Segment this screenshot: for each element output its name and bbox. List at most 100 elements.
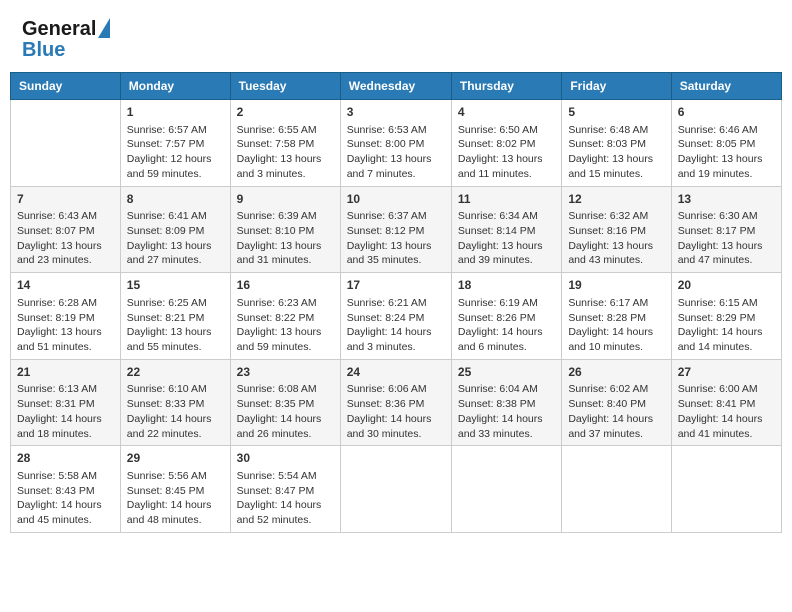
day-number: 17: [347, 277, 445, 294]
day-number: 26: [568, 364, 664, 381]
day-number: 6: [678, 104, 775, 121]
day-number: 25: [458, 364, 555, 381]
day-number: 7: [17, 191, 114, 208]
calendar-cell: 14 Sunrise: 6:28 AM Sunset: 8:19 PM Dayli…: [11, 273, 121, 360]
day-number: 21: [17, 364, 114, 381]
day-number: 20: [678, 277, 775, 294]
day-header-thursday: Thursday: [451, 73, 561, 100]
day-info: Sunrise: 6:17 AM Sunset: 8:28 PM Dayligh…: [568, 296, 664, 355]
day-number: 11: [458, 191, 555, 208]
calendar-cell: [671, 446, 781, 533]
day-info: Sunrise: 6:37 AM Sunset: 8:12 PM Dayligh…: [347, 209, 445, 268]
day-header-monday: Monday: [120, 73, 230, 100]
calendar-cell: [562, 446, 671, 533]
day-number: 19: [568, 277, 664, 294]
day-number: 13: [678, 191, 775, 208]
day-number: 15: [127, 277, 224, 294]
calendar-cell: [451, 446, 561, 533]
day-info: Sunrise: 6:10 AM Sunset: 8:33 PM Dayligh…: [127, 382, 224, 441]
day-number: 4: [458, 104, 555, 121]
day-number: 14: [17, 277, 114, 294]
calendar-cell: 26Sunrise: 6:02 AM Sunset: 8:40 PM Dayli…: [562, 359, 671, 446]
day-info: Sunrise: 6:50 AM Sunset: 8:02 PM Dayligh…: [458, 123, 555, 182]
day-header-tuesday: Tuesday: [230, 73, 340, 100]
calendar-week-3: 14 Sunrise: 6:28 AM Sunset: 8:19 PM Dayli…: [11, 273, 782, 360]
day-header-wednesday: Wednesday: [340, 73, 451, 100]
calendar-cell: 6 Sunrise: 6:46 AM Sunset: 8:05 PM Daylig…: [671, 100, 781, 187]
day-number: 27: [678, 364, 775, 381]
day-info: Sunrise: 6:34 AM Sunset: 8:14 PM Dayligh…: [458, 209, 555, 268]
calendar-cell: 18 Sunrise: 6:19 AM Sunset: 8:26 PM Dayli…: [451, 273, 561, 360]
calendar-cell: 17 Sunrise: 6:21 AM Sunset: 8:24 PM Dayli…: [340, 273, 451, 360]
calendar-table: SundayMondayTuesdayWednesdayThursdayFrid…: [10, 72, 782, 533]
calendar-cell: 29 Sunrise: 5:56 AM Sunset: 8:45 PM Dayli…: [120, 446, 230, 533]
day-info: Sunrise: 6:41 AM Sunset: 8:09 PM Dayligh…: [127, 209, 224, 268]
calendar-cell: 23Sunrise: 6:08 AM Sunset: 8:35 PM Dayli…: [230, 359, 340, 446]
day-info: Sunrise: 6:21 AM Sunset: 8:24 PM Dayligh…: [347, 296, 445, 355]
day-info: Sunrise: 6:23 AM Sunset: 8:22 PM Dayligh…: [237, 296, 334, 355]
day-info: Sunrise: 6:53 AM Sunset: 8:00 PM Dayligh…: [347, 123, 445, 182]
day-number: 5: [568, 104, 664, 121]
day-header-saturday: Saturday: [671, 73, 781, 100]
calendar-cell: 13Sunrise: 6:30 AM Sunset: 8:17 PM Dayli…: [671, 186, 781, 273]
day-info: Sunrise: 6:39 AM Sunset: 8:10 PM Dayligh…: [237, 209, 334, 268]
calendar-cell: 15Sunrise: 6:25 AM Sunset: 8:21 PM Dayli…: [120, 273, 230, 360]
calendar-cell: 30 Sunrise: 5:54 AM Sunset: 8:47 PM Dayli…: [230, 446, 340, 533]
calendar-cell: 3 Sunrise: 6:53 AM Sunset: 8:00 PM Daylig…: [340, 100, 451, 187]
day-number: 29: [127, 450, 224, 467]
calendar-cell: 8Sunrise: 6:41 AM Sunset: 8:09 PM Daylig…: [120, 186, 230, 273]
day-info: Sunrise: 6:43 AM Sunset: 8:07 PM Dayligh…: [17, 209, 114, 268]
day-info: Sunrise: 6:02 AM Sunset: 8:40 PM Dayligh…: [568, 382, 664, 441]
day-info: Sunrise: 6:15 AM Sunset: 8:29 PM Dayligh…: [678, 296, 775, 355]
day-number: 23: [237, 364, 334, 381]
logo-general: General: [22, 18, 96, 40]
calendar-cell: 24Sunrise: 6:06 AM Sunset: 8:36 PM Dayli…: [340, 359, 451, 446]
calendar-header-row: SundayMondayTuesdayWednesdayThursdayFrid…: [11, 73, 782, 100]
calendar-cell: 1Sunrise: 6:57 AM Sunset: 7:57 PM Daylig…: [120, 100, 230, 187]
calendar-week-1: 1Sunrise: 6:57 AM Sunset: 7:57 PM Daylig…: [11, 100, 782, 187]
day-info: Sunrise: 6:55 AM Sunset: 7:58 PM Dayligh…: [237, 123, 334, 182]
day-number: 16: [237, 277, 334, 294]
calendar-cell: 25Sunrise: 6:04 AM Sunset: 8:38 PM Dayli…: [451, 359, 561, 446]
calendar-cell: 10Sunrise: 6:37 AM Sunset: 8:12 PM Dayli…: [340, 186, 451, 273]
day-header-sunday: Sunday: [11, 73, 121, 100]
calendar-cell: [340, 446, 451, 533]
day-info: Sunrise: 5:58 AM Sunset: 8:43 PM Dayligh…: [17, 469, 114, 528]
calendar-cell: 19 Sunrise: 6:17 AM Sunset: 8:28 PM Dayli…: [562, 273, 671, 360]
calendar-cell: [11, 100, 121, 187]
day-info: Sunrise: 6:30 AM Sunset: 8:17 PM Dayligh…: [678, 209, 775, 268]
day-number: 24: [347, 364, 445, 381]
day-number: 10: [347, 191, 445, 208]
calendar-week-5: 28 Sunrise: 5:58 AM Sunset: 8:43 PM Dayli…: [11, 446, 782, 533]
day-info: Sunrise: 6:57 AM Sunset: 7:57 PM Dayligh…: [127, 123, 224, 182]
day-info: Sunrise: 6:19 AM Sunset: 8:26 PM Dayligh…: [458, 296, 555, 355]
calendar-week-2: 7Sunrise: 6:43 AM Sunset: 8:07 PM Daylig…: [11, 186, 782, 273]
logo-blue: Blue: [22, 39, 65, 61]
day-info: Sunrise: 6:48 AM Sunset: 8:03 PM Dayligh…: [568, 123, 664, 182]
day-number: 3: [347, 104, 445, 121]
day-info: Sunrise: 5:54 AM Sunset: 8:47 PM Dayligh…: [237, 469, 334, 528]
day-number: 2: [237, 104, 334, 121]
day-info: Sunrise: 6:32 AM Sunset: 8:16 PM Dayligh…: [568, 209, 664, 268]
calendar-cell: 9Sunrise: 6:39 AM Sunset: 8:10 PM Daylig…: [230, 186, 340, 273]
calendar-week-4: 21Sunrise: 6:13 AM Sunset: 8:31 PM Dayli…: [11, 359, 782, 446]
calendar-cell: 4 Sunrise: 6:50 AM Sunset: 8:02 PM Daylig…: [451, 100, 561, 187]
day-number: 12: [568, 191, 664, 208]
calendar-cell: 28 Sunrise: 5:58 AM Sunset: 8:43 PM Dayli…: [11, 446, 121, 533]
day-number: 9: [237, 191, 334, 208]
day-header-friday: Friday: [562, 73, 671, 100]
day-number: 28: [17, 450, 114, 467]
day-info: Sunrise: 6:46 AM Sunset: 8:05 PM Dayligh…: [678, 123, 775, 182]
day-info: Sunrise: 6:00 AM Sunset: 8:41 PM Dayligh…: [678, 382, 775, 441]
calendar-cell: 5 Sunrise: 6:48 AM Sunset: 8:03 PM Daylig…: [562, 100, 671, 187]
calendar-cell: 11Sunrise: 6:34 AM Sunset: 8:14 PM Dayli…: [451, 186, 561, 273]
calendar-cell: 22Sunrise: 6:10 AM Sunset: 8:33 PM Dayli…: [120, 359, 230, 446]
day-info: Sunrise: 6:08 AM Sunset: 8:35 PM Dayligh…: [237, 382, 334, 441]
day-number: 18: [458, 277, 555, 294]
day-info: Sunrise: 6:04 AM Sunset: 8:38 PM Dayligh…: [458, 382, 555, 441]
day-number: 30: [237, 450, 334, 467]
calendar-cell: 2 Sunrise: 6:55 AM Sunset: 7:58 PM Daylig…: [230, 100, 340, 187]
day-info: Sunrise: 5:56 AM Sunset: 8:45 PM Dayligh…: [127, 469, 224, 528]
day-info: Sunrise: 6:28 AM Sunset: 8:19 PM Dayligh…: [17, 296, 114, 355]
day-info: Sunrise: 6:06 AM Sunset: 8:36 PM Dayligh…: [347, 382, 445, 441]
